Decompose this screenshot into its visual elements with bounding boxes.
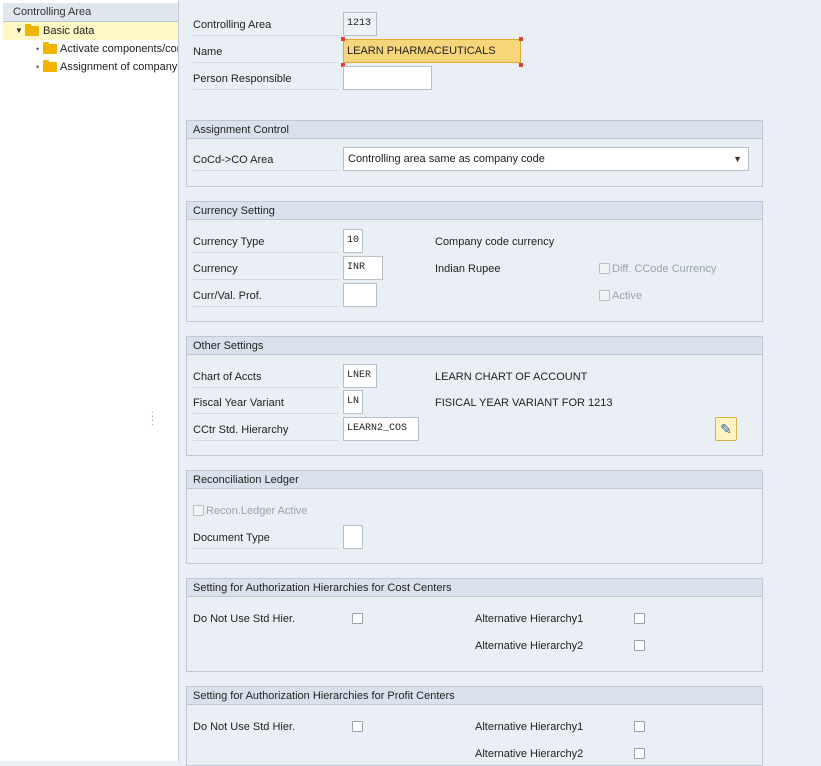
group-title: Assignment Control [187, 121, 762, 139]
document-type-label: Document Type [193, 527, 339, 549]
currency-field[interactable]: INR [343, 256, 383, 280]
active-checkbox[interactable] [599, 290, 610, 301]
group-title: Reconciliation Ledger [187, 471, 762, 489]
folder-icon [25, 24, 39, 36]
curr-val-prof-label: Curr/Val. Prof. [193, 285, 339, 307]
currency-type-field[interactable]: 10 [343, 229, 363, 253]
controlling-area-field: 1213 [343, 12, 377, 36]
tree-item-label: Assignment of company c [60, 61, 179, 73]
tree-item-assignment-company[interactable]: • Assignment of company c [3, 58, 178, 76]
focus-corner [519, 37, 523, 41]
other-settings-group: Other Settings Chart of Accts LNER LEARN… [186, 336, 763, 456]
group-title: Currency Setting [187, 202, 762, 220]
do-not-use-std-hier-checkbox[interactable] [352, 721, 363, 732]
alternative-hierarchy1-label: Alternative Hierarchy1 [475, 613, 584, 625]
tree-item-label: Activate components/cor [60, 43, 179, 55]
alternative-hierarchy2-label: Alternative Hierarchy2 [475, 748, 584, 760]
alternative-hierarchy1-label: Alternative Hierarchy1 [475, 721, 584, 733]
chart-of-accounts-label: Chart of Accts [193, 366, 339, 388]
alternative-hierarchy1-checkbox[interactable] [634, 721, 645, 732]
bullet-icon: • [36, 44, 40, 54]
alternative-hierarchy2-checkbox[interactable] [634, 748, 645, 759]
tree-item-basic-data[interactable]: ▼ Basic data [3, 22, 178, 40]
currency-setting-group: Currency Setting Currency Type 10 Compan… [186, 201, 763, 322]
alternative-hierarchy1-checkbox[interactable] [634, 613, 645, 624]
tree-item-label: Basic data [43, 25, 95, 37]
edit-hierarchy-button[interactable]: ✎ [715, 417, 737, 441]
chart-of-accounts-field[interactable]: LNER [343, 364, 377, 388]
cocd-co-area-dropdown[interactable]: Controlling area same as company code ▼ [343, 147, 749, 171]
fiscal-year-variant-field[interactable]: LN [343, 390, 363, 414]
recon-ledger-active-label: Recon.Ledger Active [206, 505, 308, 517]
auth-cost-centers-group: Setting for Authorization Hierarchies fo… [186, 578, 763, 672]
name-field[interactable]: LEARN PHARMACEUTICALS [343, 39, 521, 63]
alternative-hierarchy2-label: Alternative Hierarchy2 [475, 640, 584, 652]
document-type-field[interactable] [343, 525, 363, 549]
controlling-area-label: Controlling Area [193, 14, 339, 36]
folder-icon [43, 60, 57, 72]
fiscal-year-variant-description: FISICAL YEAR VARIANT FOR 1213 [435, 397, 613, 409]
tree-header: Controlling Area [3, 3, 178, 22]
expand-triangle-icon[interactable]: ▼ [15, 22, 23, 40]
dropdown-value: Controlling area same as company code [348, 153, 545, 165]
name-label: Name [193, 41, 339, 63]
bullet-icon: • [36, 62, 40, 72]
diff-ccode-currency-label: Diff. CCode Currency [612, 263, 717, 275]
chart-of-accounts-description: LEARN CHART OF ACCOUNT [435, 371, 588, 383]
recon-ledger-active-checkbox[interactable] [193, 505, 204, 516]
auth-profit-centers-group: Setting for Authorization Hierarchies fo… [186, 686, 763, 766]
dropdown-arrow-icon[interactable]: ▼ [733, 148, 742, 170]
folder-icon [43, 42, 57, 54]
do-not-use-std-hier-label: Do Not Use Std Hier. [193, 721, 296, 733]
group-title: Setting for Authorization Hierarchies fo… [187, 687, 762, 705]
diff-ccode-currency-checkbox[interactable] [599, 263, 610, 274]
do-not-use-std-hier-checkbox[interactable] [352, 613, 363, 624]
splitter-handle[interactable]: ::: [151, 410, 154, 428]
person-responsible-field[interactable] [343, 66, 432, 90]
currency-description: Indian Rupee [435, 263, 501, 275]
tree-item-activate-components[interactable]: • Activate components/cor [3, 40, 178, 58]
alternative-hierarchy2-checkbox[interactable] [634, 640, 645, 651]
group-title: Setting for Authorization Hierarchies fo… [187, 579, 762, 597]
fiscal-year-variant-label: Fiscal Year Variant [193, 392, 339, 414]
pencil-icon: ✎ [720, 421, 732, 437]
currency-type-label: Currency Type [193, 231, 339, 253]
person-responsible-label: Person Responsible [193, 68, 339, 90]
currency-label: Currency [193, 258, 339, 280]
navigation-tree: Controlling Area ▼ Basic data • Activate… [0, 0, 179, 761]
cctr-std-hierarchy-field[interactable]: LEARN2_COS [343, 417, 419, 441]
active-label: Active [612, 290, 642, 302]
do-not-use-std-hier-label: Do Not Use Std Hier. [193, 613, 296, 625]
focus-corner [519, 63, 523, 67]
focus-corner [341, 37, 345, 41]
cocd-co-area-label: CoCd->CO Area [193, 149, 339, 171]
group-title: Other Settings [187, 337, 762, 355]
reconciliation-ledger-group: Reconciliation Ledger Recon.Ledger Activ… [186, 470, 763, 564]
curr-val-prof-field[interactable] [343, 283, 377, 307]
cctr-std-hierarchy-label: CCtr Std. Hierarchy [193, 419, 339, 441]
assignment-control-group: Assignment Control CoCd->CO Area Control… [186, 120, 763, 187]
currency-type-description: Company code currency [435, 236, 555, 248]
